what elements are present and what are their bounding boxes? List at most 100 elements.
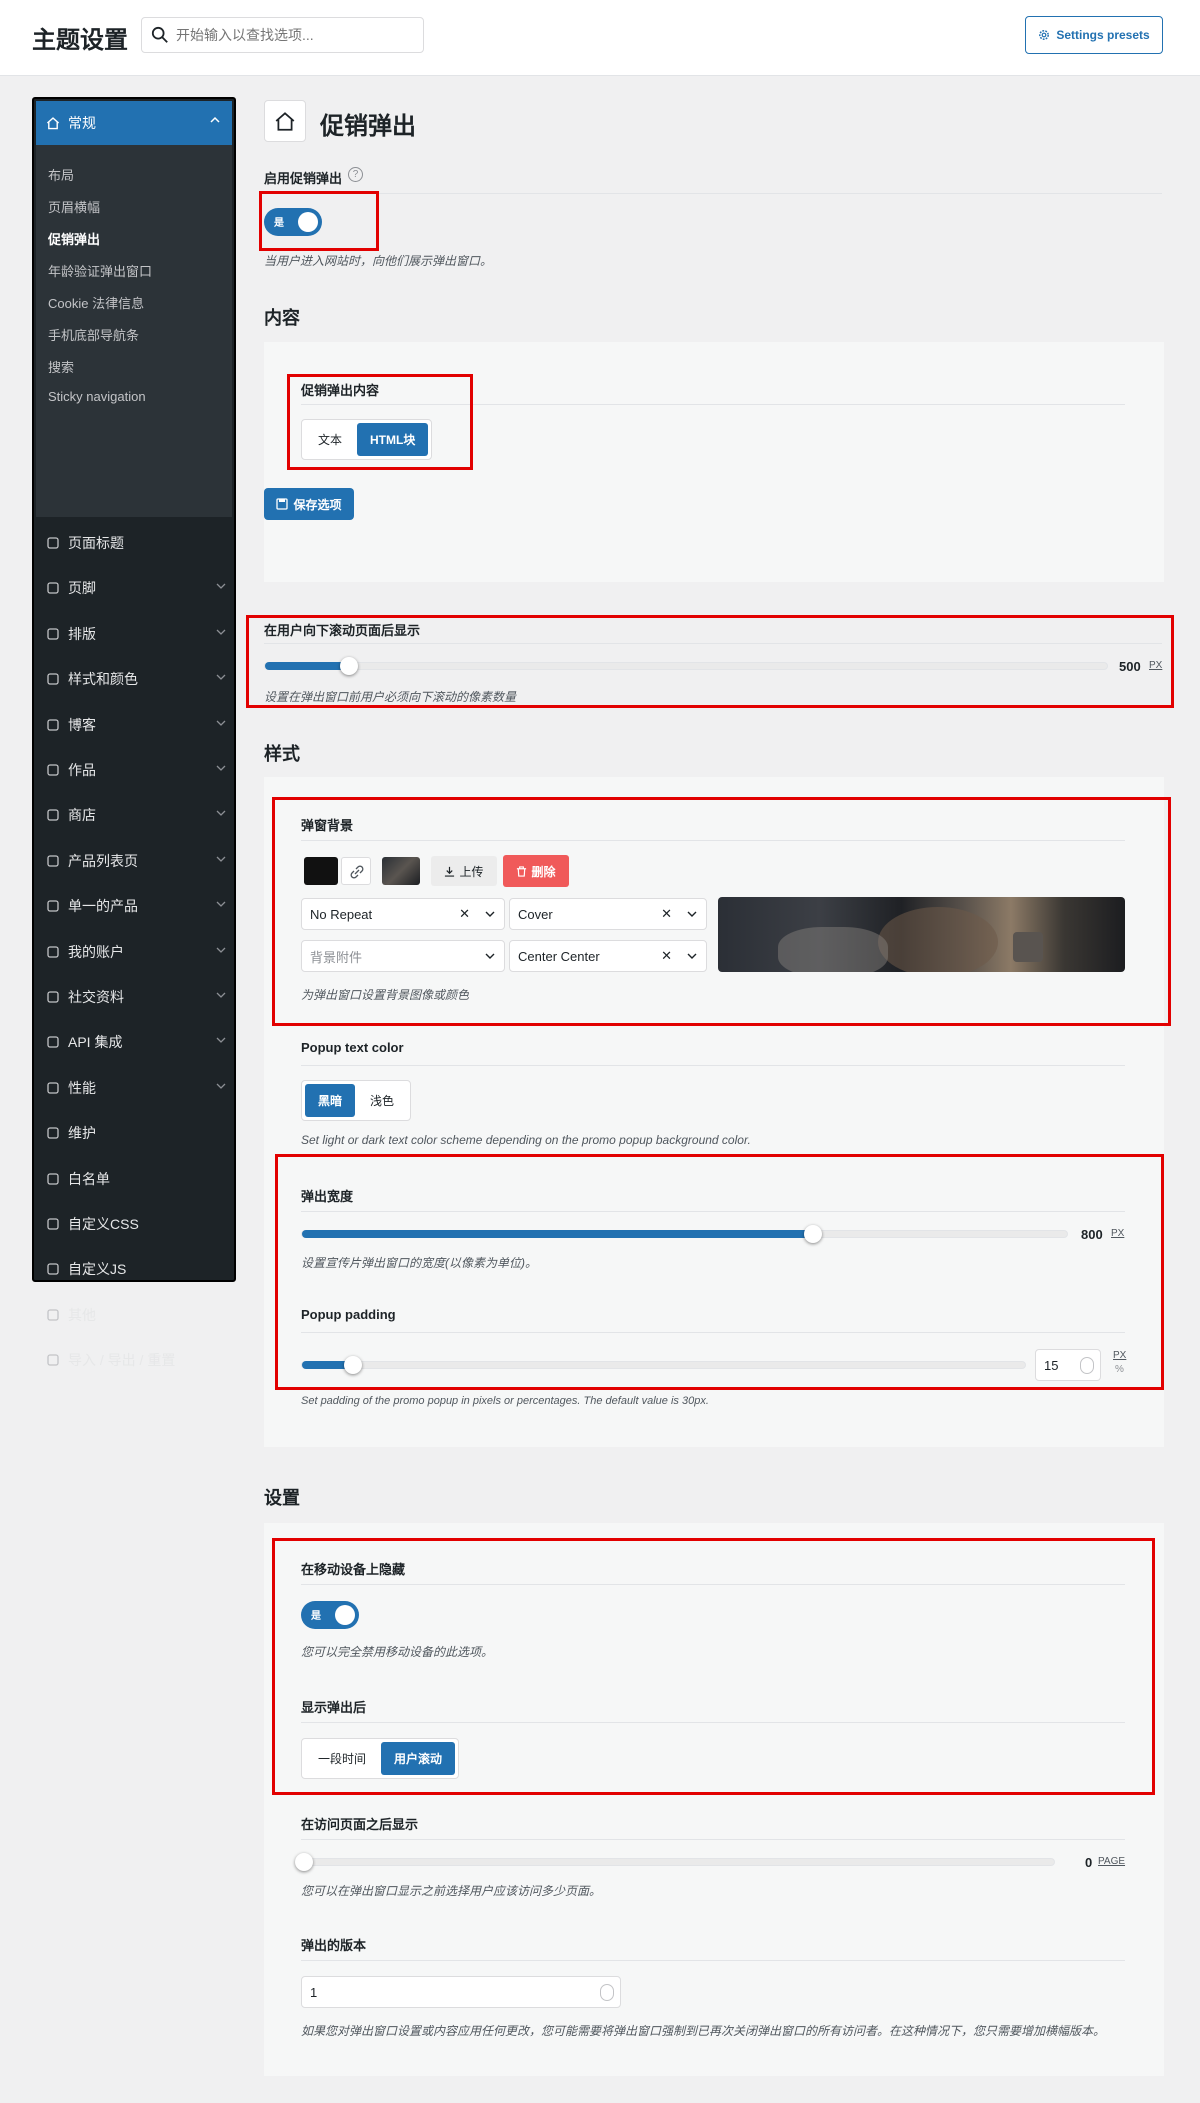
chevron-down-icon (216, 1037, 226, 1044)
sidebar-subitem-search[interactable]: 搜索 (48, 357, 74, 376)
sidebar-subitem-age-verify[interactable]: 年龄验证弹出窗口 (48, 261, 152, 280)
sidebar-item-1[interactable]: 页面标题 (46, 533, 230, 553)
sidebar-item-13[interactable]: 性能 (46, 1078, 230, 1098)
content-heading: 内容 (264, 308, 300, 328)
chevron-down-icon (216, 992, 226, 998)
divider (301, 1960, 1125, 1961)
account-icon (47, 945, 59, 958)
version-value: 1 (310, 1984, 318, 2000)
sidebar-item-12[interactable]: API 集成 (46, 1032, 230, 1052)
js-file-icon (47, 1263, 59, 1276)
sidebar-item-label: API 集成 (68, 1034, 123, 1051)
sidebar-item-19[interactable]: 导入 / 导出 / 重置 (46, 1350, 230, 1370)
save-options-label: 保存选项 (293, 497, 342, 512)
sidebar-subitem-sticky-nav[interactable]: Sticky navigation (48, 389, 146, 404)
option-light[interactable]: 浅色 (357, 1084, 407, 1117)
sidebar-subnav: 布局 页眉横幅 促销弹出 年龄验证弹出窗口 Cookie 法律信息 手机底部导航… (36, 145, 232, 517)
gauge-icon (47, 1082, 59, 1094)
sidebar-subitem-cookie[interactable]: Cookie 法律信息 (48, 293, 144, 312)
sidebar-item-7[interactable]: 商店 (46, 805, 230, 825)
bag-icon (47, 900, 59, 912)
sidebar-item-label: 单一的产品 (68, 898, 138, 915)
sidebar-item-6[interactable]: 作品 (46, 760, 230, 780)
highlight-box (275, 1154, 1164, 1390)
settings-presets-button[interactable]: Settings presets (1025, 16, 1163, 54)
pages-slider[interactable] (295, 1853, 1055, 1871)
home-icon (275, 112, 295, 131)
refresh-icon (47, 1354, 59, 1366)
highlight-box (272, 1538, 1155, 1795)
footer-icon (47, 582, 59, 595)
sidebar-item-label: 商店 (68, 807, 96, 824)
sidebar-item-label: 社交资料 (68, 989, 124, 1005)
sidebar-item-label: 导入 / 导出 / 重置 (68, 1352, 176, 1369)
gear-icon (47, 1036, 59, 1049)
sidebar-item-label: 作品 (68, 762, 96, 778)
option-dark[interactable]: 黑暗 (305, 1084, 356, 1117)
typography-icon (47, 628, 59, 640)
divider (301, 1839, 1125, 1840)
sidebar-item-label: 博客 (68, 716, 96, 733)
sidebar-item-17[interactable]: 自定义JS (46, 1259, 230, 1279)
sidebar-item-5[interactable]: 博客 (46, 715, 230, 735)
sidebar-item-label: 自定义JS (68, 1261, 127, 1278)
sidebar-item-11[interactable]: 社交资料 (46, 987, 230, 1007)
enable-label: 启用促销弹出 (264, 171, 343, 186)
search-input[interactable] (176, 18, 416, 52)
sidebar-item-18[interactable]: 其他 (46, 1305, 230, 1325)
pages-unit[interactable]: PAGE (1098, 1856, 1125, 1867)
divider (301, 1065, 1125, 1066)
padding-desc: Set padding of the promo popup in pixels… (301, 1395, 709, 1407)
sidebar-item-label: 产品列表页 (68, 852, 138, 869)
chevron-down-icon (216, 856, 226, 862)
cart-icon (47, 809, 59, 822)
version-input[interactable]: 1 (301, 1976, 621, 2008)
sidebar-item-4[interactable]: 样式和颜色 (46, 669, 230, 689)
wrench-icon (47, 1127, 59, 1139)
sidebar-item-label: 维护 (68, 1125, 96, 1142)
save-options-button[interactable]: 保存选项 (264, 488, 354, 520)
sidebar-item-8[interactable]: 产品列表页 (46, 851, 230, 871)
slider-thumb[interactable] (295, 1853, 313, 1871)
sidebar-subitem-layout[interactable]: 布局 (48, 165, 74, 184)
brush-icon (47, 673, 59, 685)
sidebar-subitem-mobile-nav[interactable]: 手机底部导航条 (48, 325, 139, 344)
highlight-box (246, 615, 1174, 708)
settings-heading: 设置 (264, 1488, 300, 1508)
pages-value: 0 (1085, 1855, 1093, 1870)
sidebar-item-label: 常规 (68, 115, 96, 131)
sidebar-item-9[interactable]: 单一的产品 (46, 896, 230, 916)
sidebar-item-label: 页面标题 (68, 535, 124, 551)
sidebar-item-label: 样式和颜色 (68, 671, 138, 688)
sidebar-item-label: 性能 (68, 1079, 96, 1096)
chevron-down-icon (216, 1083, 226, 1089)
chevron-down-icon (216, 765, 226, 771)
chevron-down-icon (216, 583, 226, 590)
home-icon (46, 117, 60, 130)
sidebar-item-14[interactable]: 维护 (46, 1123, 230, 1143)
enable-desc: 当用户进入网站时，向他们展示弹出窗口。 (264, 254, 493, 268)
page-title: 促销弹出 (320, 113, 416, 140)
sidebar-item-16[interactable]: 自定义CSS (46, 1214, 230, 1234)
app-title: 主题设置 (32, 27, 128, 54)
other-icon (47, 1309, 59, 1321)
settings-presets-label: Settings presets (1056, 28, 1150, 42)
stepper-icon[interactable] (600, 1984, 614, 2001)
divider (264, 193, 1162, 194)
sidebar-item-3[interactable]: 排版 (46, 624, 230, 644)
chevron-down-icon (216, 947, 226, 953)
page-home-button[interactable] (264, 100, 306, 142)
sidebar-item-label: 页脚 (68, 580, 96, 597)
search-box[interactable] (141, 17, 424, 53)
sidebar-subitem-header-banner[interactable]: 页眉横幅 (48, 197, 100, 216)
sidebar-item-general[interactable]: 常规 (36, 101, 232, 145)
css-file-icon (47, 1218, 59, 1230)
sidebar-subitem-promo-popup[interactable]: 促销弹出 (48, 229, 100, 248)
highlight-box (259, 191, 379, 251)
help-icon[interactable]: ? (348, 167, 363, 182)
sidebar-item-15[interactable]: 白名单 (46, 1169, 230, 1189)
chevron-down-icon (216, 901, 226, 908)
sidebar-item-2[interactable]: 页脚 (46, 578, 230, 598)
sidebar-item-10[interactable]: 我的账户 (46, 942, 230, 962)
pages-desc: 您可以在弹出窗口显示之前选择用户应该访问多少页面。 (301, 1884, 602, 1898)
